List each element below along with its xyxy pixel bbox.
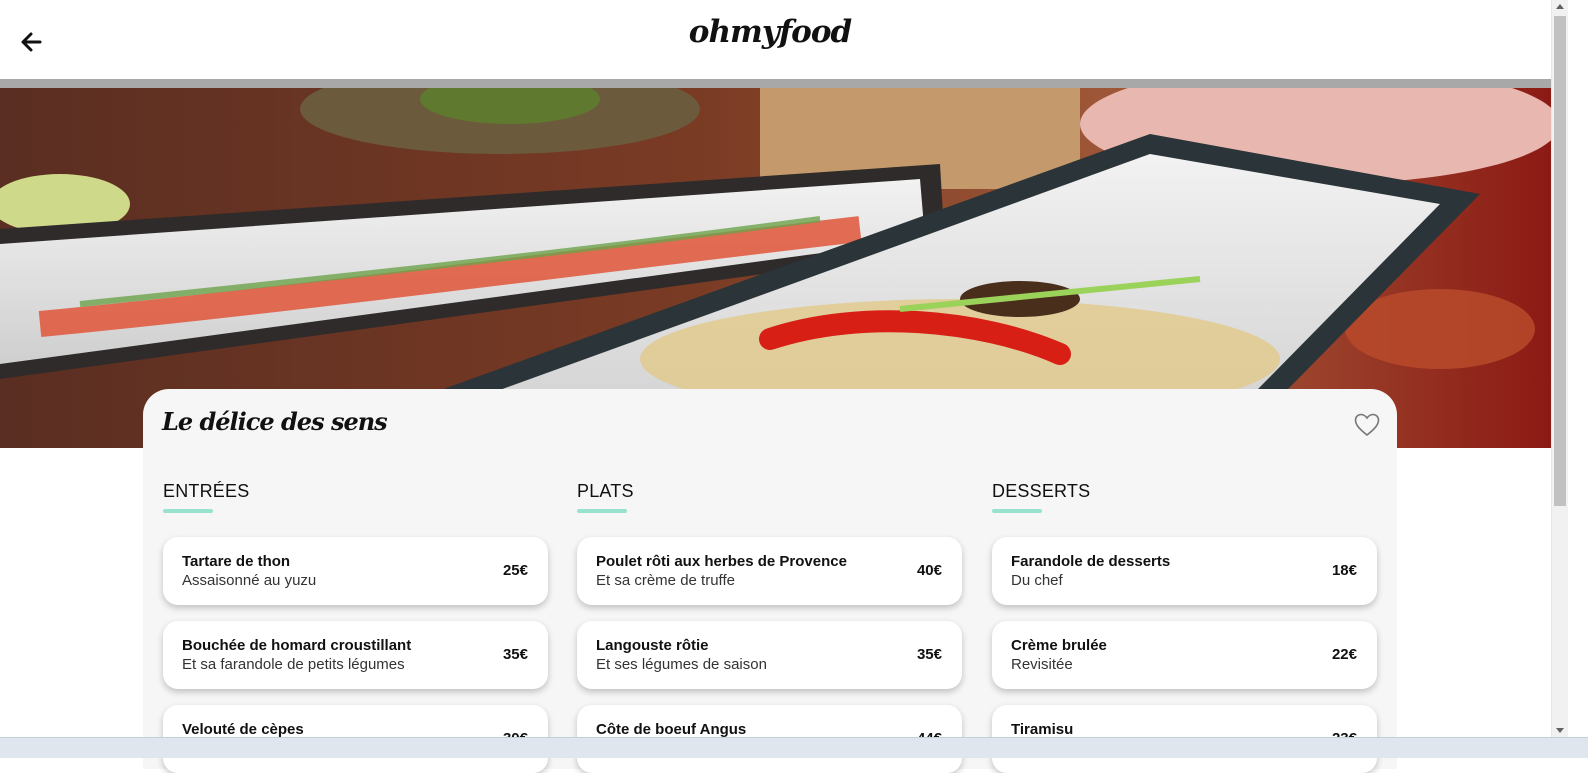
dish-name: Tartare de thon bbox=[182, 553, 291, 570]
column-underline bbox=[163, 509, 213, 513]
dish-price: 35€ bbox=[502, 646, 528, 663]
dish-description: Du chef bbox=[1011, 572, 1063, 589]
column-title: ENTRÉES bbox=[163, 481, 250, 501]
column-underline bbox=[577, 509, 627, 513]
scroll-thumb[interactable] bbox=[1554, 16, 1566, 506]
header: ohmyfood bbox=[0, 0, 1551, 79]
scroll-up-arrow-icon[interactable] bbox=[1556, 4, 1564, 9]
dish-price: 35€ bbox=[916, 646, 942, 663]
window-edge bbox=[1568, 0, 1588, 737]
dish-description: Revisitée bbox=[1011, 656, 1073, 673]
menu-column-desserts: DESSERTS Farandole de desserts Du chef 1… bbox=[992, 481, 1377, 773]
column-underline bbox=[992, 509, 1042, 513]
dish-price: 25€ bbox=[502, 562, 528, 579]
dish-card[interactable]: Tartare de thon Assaisonné au yuzu 25€ bbox=[163, 537, 548, 605]
dish-card[interactable]: Poulet rôti aux herbes de Provence Et sa… bbox=[577, 537, 962, 605]
menu-column-plats: PLATS Poulet rôti aux herbes de Provence… bbox=[577, 481, 962, 773]
column-title: PLATS bbox=[577, 481, 634, 501]
taskbar bbox=[0, 737, 1588, 758]
dish-name: Côte de boeuf Angus bbox=[596, 721, 747, 738]
scroll-down-arrow-icon[interactable] bbox=[1556, 728, 1564, 733]
dish-name: Langouste rôtie bbox=[596, 637, 709, 654]
restaurant-card: Le délice des sens ENTRÉES Tartare de th… bbox=[143, 389, 1397, 773]
dish-name: Farandole de desserts bbox=[1011, 553, 1171, 570]
favorite-button[interactable] bbox=[1354, 413, 1380, 437]
dish-card[interactable]: Langouste rôtie Et ses légumes de saison… bbox=[577, 621, 962, 689]
dish-description: Et sa crème de truffe bbox=[596, 572, 735, 589]
vertical-scrollbar[interactable] bbox=[1551, 0, 1569, 737]
dish-card[interactable]: Farandole de desserts Du chef 18€ bbox=[992, 537, 1377, 605]
dish-card[interactable]: Crème brulée Revisitée 22€ bbox=[992, 621, 1377, 689]
dish-name: Poulet rôti aux herbes de Provence bbox=[596, 553, 847, 570]
dish-name: Tiramisu bbox=[1011, 721, 1074, 738]
dish-name: Crème brulée bbox=[1011, 637, 1107, 654]
heart-outline-icon bbox=[1354, 413, 1380, 437]
dish-name: Bouchée de homard croustillant bbox=[182, 637, 412, 654]
dish-price: 22€ bbox=[1331, 646, 1357, 663]
dish-price: 18€ bbox=[1331, 562, 1357, 579]
dish-description: Et ses légumes de saison bbox=[596, 656, 767, 673]
dish-price: 40€ bbox=[916, 562, 942, 579]
column-title: DESSERTS bbox=[992, 481, 1091, 501]
dish-description: Et sa farandole de petits légumes bbox=[182, 656, 405, 673]
menu-column-entrees: ENTRÉES Tartare de thon Assaisonné au yu… bbox=[163, 481, 548, 773]
dish-card[interactable]: Bouchée de homard croustillant Et sa far… bbox=[163, 621, 548, 689]
restaurant-name: Le délice des sens bbox=[162, 407, 388, 436]
dish-description: Assaisonné au yuzu bbox=[182, 572, 317, 589]
dish-name: Velouté de cèpes bbox=[182, 721, 304, 738]
logo[interactable]: ohmyfood bbox=[0, 14, 1540, 50]
